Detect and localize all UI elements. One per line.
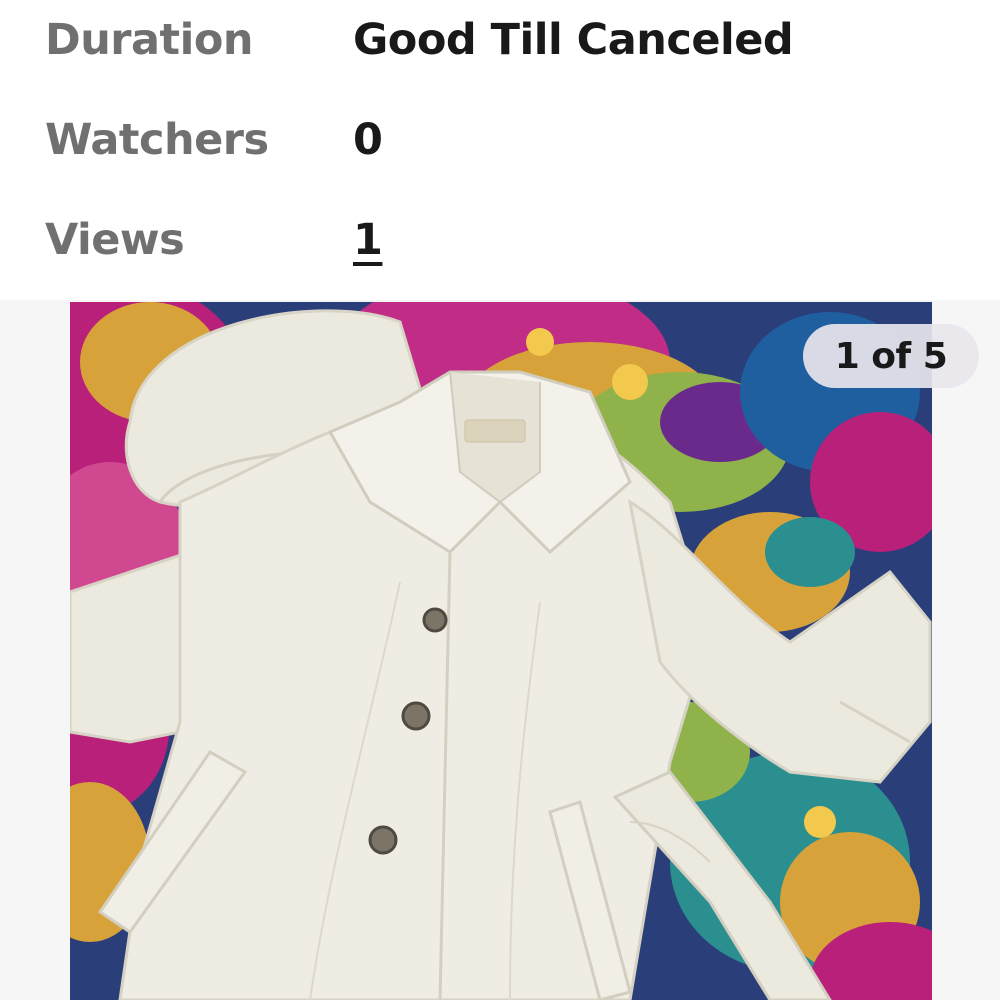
coat-photo-illustration xyxy=(70,302,932,1000)
detail-row-duration: Duration Good Till Canceled xyxy=(45,10,945,70)
duration-value: Good Till Canceled xyxy=(353,15,794,65)
watchers-label: Watchers xyxy=(45,115,269,165)
views-count-link[interactable]: 1 xyxy=(353,215,383,265)
item-photo[interactable] xyxy=(70,302,932,1000)
listing-details-section: Duration Good Till Canceled Watchers 0 V… xyxy=(0,0,1000,300)
watchers-value: 0 xyxy=(353,115,383,165)
image-gallery[interactable]: 1 of 5 xyxy=(0,300,1000,1000)
duration-label: Duration xyxy=(45,15,253,65)
image-counter-badge: 1 of 5 xyxy=(803,324,979,388)
detail-row-views: Views 1 xyxy=(45,210,945,270)
views-label: Views xyxy=(45,215,185,265)
detail-row-watchers: Watchers 0 xyxy=(45,110,945,170)
